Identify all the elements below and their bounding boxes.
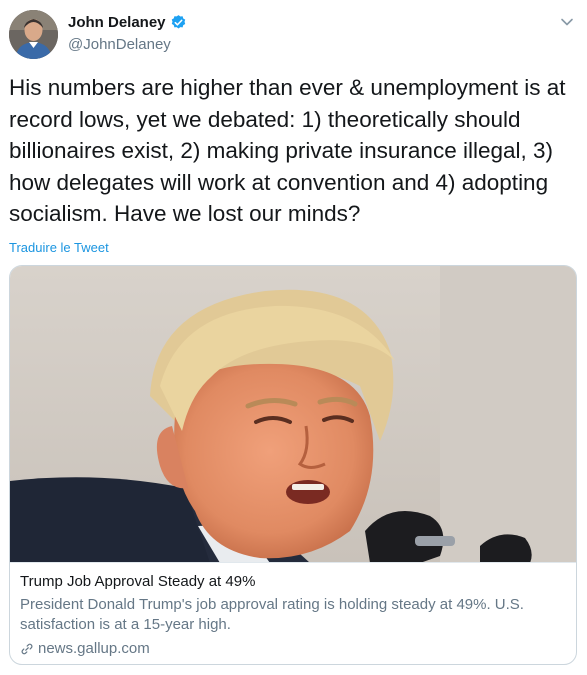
chevron-down-icon[interactable] — [559, 14, 575, 30]
link-icon — [21, 643, 33, 655]
card-domain-text: news.gallup.com — [38, 640, 150, 657]
author-name[interactable]: John Delaney — [68, 14, 166, 31]
avatar[interactable] — [9, 10, 58, 59]
tweet: John Delaney @JohnDelaney His numbers ar… — [0, 0, 587, 675]
card-image[interactable] — [10, 266, 576, 563]
author-handle[interactable]: @JohnDelaney — [68, 36, 171, 53]
author-name-row[interactable]: John Delaney — [68, 14, 187, 31]
card-domain[interactable]: news.gallup.com — [20, 639, 568, 659]
link-card[interactable]: Trump Job Approval Steady at 49% Preside… — [9, 265, 577, 665]
verified-badge-icon — [171, 15, 185, 29]
translate-tweet-link[interactable]: Traduire le Tweet — [9, 240, 109, 255]
card-title[interactable]: Trump Job Approval Steady at 49% — [20, 572, 568, 592]
tweet-text: His numbers are higher than ever & unemp… — [9, 75, 566, 226]
card-description[interactable]: President Donald Trump's job approval ra… — [20, 595, 568, 635]
card-meta[interactable]: Trump Job Approval Steady at 49% Preside… — [20, 572, 568, 659]
